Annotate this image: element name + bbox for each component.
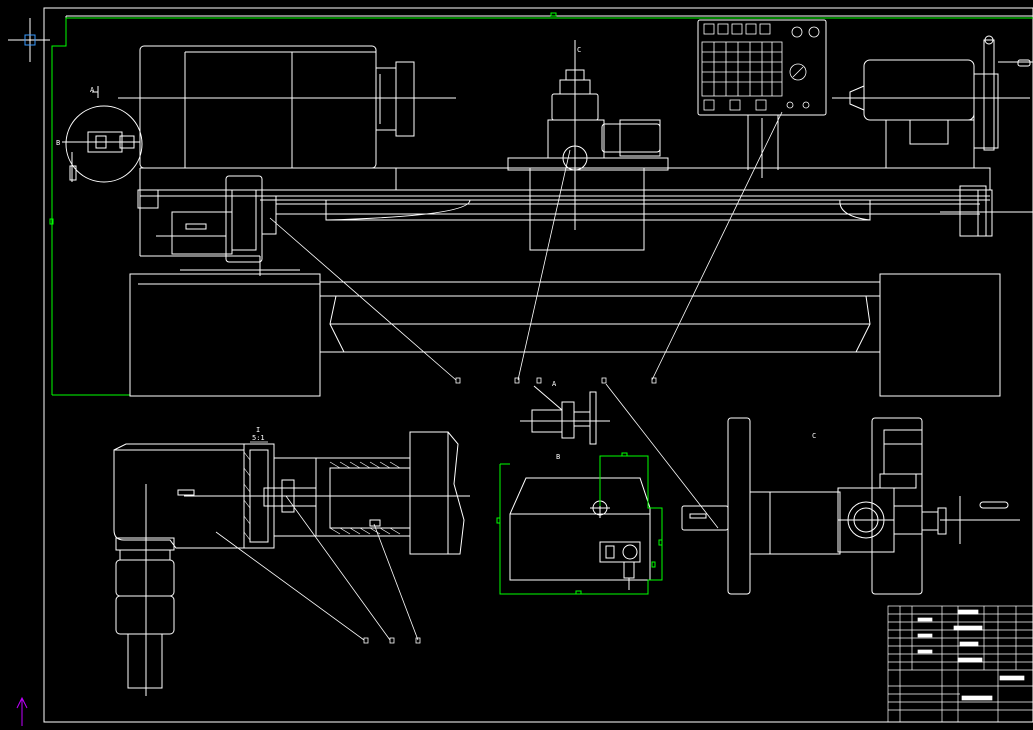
label-view-c: C: [577, 46, 581, 54]
cad-viewport[interactable]: A B C A B C I 5:1: [0, 0, 1033, 726]
label-view-b: B: [56, 139, 60, 147]
label-detail-b: B: [556, 453, 560, 461]
label-scale: 5:1: [252, 434, 265, 442]
label-section-i: I: [256, 426, 260, 434]
label-detail-c: C: [812, 432, 816, 440]
drawing-svg: A B C A B C I 5:1: [0, 0, 1033, 726]
